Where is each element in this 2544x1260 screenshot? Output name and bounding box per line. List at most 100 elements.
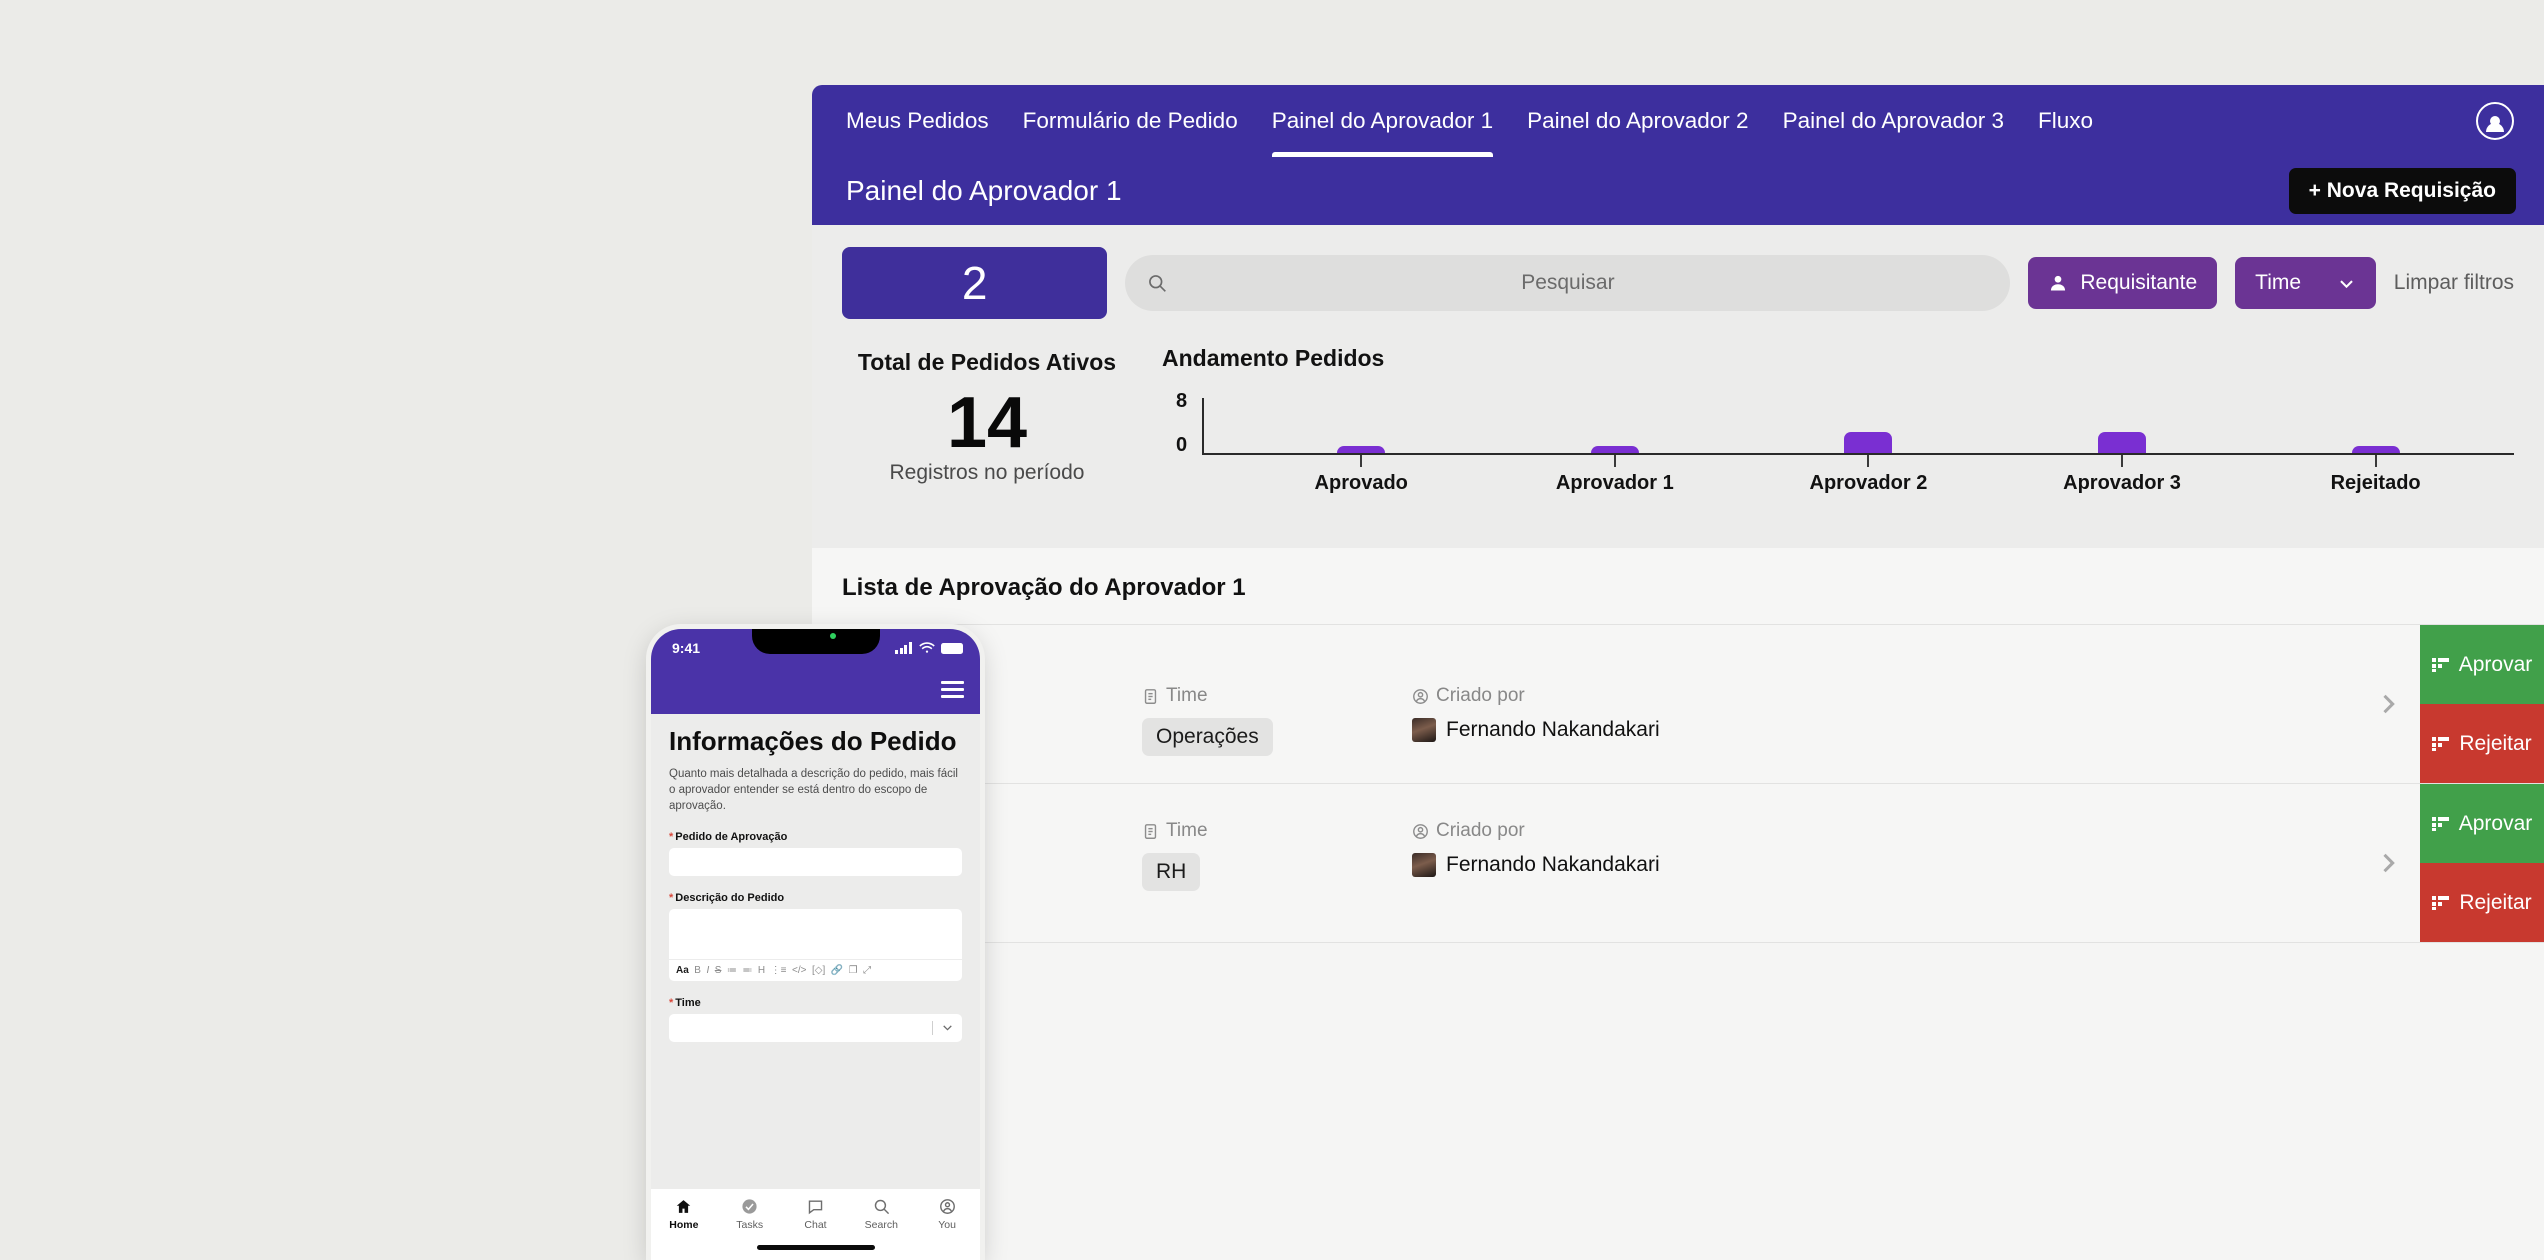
code-icon[interactable]: </>	[792, 965, 806, 976]
font-size-icon[interactable]: Aa	[676, 965, 689, 976]
row-expand-button[interactable]	[2356, 625, 2420, 783]
wifi-icon	[919, 642, 935, 653]
grid-icon	[2432, 736, 2450, 751]
numbered-list-icon[interactable]: ≕	[742, 965, 752, 976]
bulleted-list-icon[interactable]: ≔	[727, 965, 737, 976]
chart-bar	[2098, 432, 2147, 453]
nav-tab-formulario-de-pedido[interactable]: Formulário de Pedido	[1023, 85, 1238, 157]
x-axis-tick	[1867, 455, 1870, 467]
nav-tab-painel-do-aprovador-1[interactable]: Painel do Aprovador 1	[1271, 85, 1494, 157]
creator-value: Fernando Nakandakari	[1412, 853, 1660, 877]
chart-title: Andamento Pedidos	[1162, 345, 1385, 371]
tab-chat[interactable]: Chat	[783, 1198, 849, 1231]
nav-tab-painel-do-aprovador-3[interactable]: Painel do Aprovador 3	[1783, 85, 2004, 157]
field-creator: Criado por Fernando Nakandakari	[1412, 685, 1660, 742]
chevron-right-icon	[2383, 853, 2395, 873]
creator-name: Fernando Nakandakari	[1446, 718, 1660, 741]
reject-button[interactable]: Rejeitar	[2420, 704, 2544, 783]
tab-you-label: You	[938, 1219, 956, 1231]
table-row[interactable]: #10 Aprovação Aprovador 1 Time	[812, 625, 2544, 783]
row-actions: Aprovar Rejeitar	[2420, 784, 2544, 942]
menu-line	[941, 681, 964, 684]
row-expand-button[interactable]	[2356, 784, 2420, 942]
tab-you[interactable]: You	[914, 1198, 980, 1231]
document-icon	[1144, 823, 1157, 839]
grid-icon	[2431, 657, 2450, 672]
approve-button[interactable]: Aprovar	[2420, 784, 2544, 863]
tab-home[interactable]: Home	[651, 1198, 717, 1231]
x-axis-tick	[2121, 455, 2124, 467]
row-actions: Aprovar Rejeitar	[2420, 625, 2544, 783]
copy-icon[interactable]: ❐	[849, 965, 858, 976]
user-circle-icon	[1413, 823, 1428, 839]
pedido-de-aprovacao-input[interactable]	[669, 847, 962, 876]
italic-icon[interactable]: I	[706, 965, 709, 976]
approval-list-section: Lista de Aprovação do Aprovador 1 #10 Ap…	[812, 548, 2544, 943]
home-icon	[677, 1200, 691, 1213]
user-circle-icon[interactable]	[2476, 102, 2514, 140]
phone-tab-bar: Home Tasks Chat Search You	[651, 1189, 980, 1259]
indent-icon[interactable]: ⋮≡	[771, 965, 787, 976]
approve-button-label: Aprovar	[2458, 811, 2533, 835]
rich-text-toolbar: Aa B I S ≔ ≕ H ⋮≡ </> [◇] 🔗 ❐ ⤢	[669, 958, 962, 981]
expand-icon[interactable]: ⤢	[863, 965, 871, 976]
field-label-team: Time	[1142, 820, 1412, 842]
new-request-button[interactable]: + Nova Requisição	[2288, 168, 2516, 214]
heading-icon[interactable]: H	[758, 965, 765, 976]
label-text: Descrição do Pedido	[675, 891, 785, 904]
reject-button[interactable]: Rejeitar	[2420, 863, 2544, 942]
x-axis-line	[1202, 453, 2514, 455]
nav-tab-fluxo[interactable]: Fluxo	[2038, 85, 2093, 157]
hamburger-menu-icon[interactable]	[941, 681, 964, 698]
form-description: Quanto mais detalhada a descrição do ped…	[669, 767, 958, 813]
chart-bar	[1844, 432, 1893, 453]
team-filter-dropdown[interactable]: Time	[2235, 257, 2376, 309]
x-axis-label: Aprovador 1	[1555, 472, 1674, 494]
phone-app-bar	[651, 671, 980, 714]
search-placeholder: Pesquisar	[1521, 271, 1615, 294]
mobile-preview-phone: 9:41 Informações do Pedido Quanto mais d…	[651, 629, 980, 1260]
chat-bubble-icon	[808, 1200, 823, 1215]
x-axis-tick	[1360, 455, 1363, 467]
nav-tab-painel-do-aprovador-2[interactable]: Painel do Aprovador 2	[1527, 85, 1748, 157]
avatar-body	[2486, 123, 2504, 132]
battery-icon	[941, 642, 963, 654]
y-axis-tick-bottom: 0	[1176, 434, 1188, 456]
bold-icon[interactable]: B	[694, 965, 701, 976]
clear-filters-button[interactable]: Limpar filtros	[2394, 271, 2514, 295]
field-label-descricao-do-pedido: * Descrição do Pedido	[669, 892, 962, 904]
status-bar-icons	[895, 642, 963, 654]
approve-button-label: Aprovar	[2458, 652, 2533, 676]
y-axis-line	[1202, 398, 1204, 454]
tab-search[interactable]: Search	[848, 1198, 914, 1231]
user-circle-icon	[1413, 688, 1428, 704]
check-circle-icon	[742, 1199, 757, 1214]
nav-tab-meus-pedidos[interactable]: Meus Pedidos	[846, 85, 989, 157]
reject-button-label: Rejeitar	[2459, 731, 2532, 755]
requester-filter-button[interactable]: Requisitante	[2028, 257, 2218, 309]
link-icon[interactable]: 🔗	[831, 965, 843, 976]
field-creator: Criado por Fernando Nakandakari	[1412, 820, 1660, 877]
stats-and-chart-row: Total de Pedidos Ativos 14 Registros no …	[812, 319, 2544, 548]
phone-notch	[751, 629, 880, 654]
table-row[interactable]: Aprovação Aprovador 1 Time RH	[812, 784, 2544, 942]
chevron-down-icon	[943, 1025, 952, 1031]
search-input[interactable]: Pesquisar	[1125, 255, 2011, 311]
divider	[932, 1020, 933, 1035]
tab-chat-label: Chat	[804, 1219, 827, 1231]
progress-bar-chart: Andamento Pedidos 8 0 Aprovado Aprovador …	[1132, 345, 2514, 518]
recording-indicator-dot	[829, 633, 836, 639]
creator-name: Fernando Nakandakari	[1446, 853, 1660, 876]
tab-search-label: Search	[864, 1219, 898, 1231]
tab-tasks[interactable]: Tasks	[717, 1198, 783, 1231]
active-count-badge[interactable]: 2	[842, 247, 1108, 319]
strikethrough-icon[interactable]: S	[715, 965, 722, 976]
app-window: Meus Pedidos Formulário de Pedido Painel…	[812, 85, 2544, 1260]
page-title-bar: Painel do Aprovador 1 + Nova Requisição	[812, 157, 2544, 225]
home-indicator	[756, 1245, 875, 1250]
descricao-do-pedido-textarea[interactable]	[669, 909, 962, 959]
code-block-icon[interactable]: [◇]	[812, 965, 825, 976]
approve-button[interactable]: Aprovar	[2420, 625, 2544, 704]
time-select[interactable]	[669, 1013, 962, 1042]
creator-label-text: Criado por	[1436, 685, 1525, 706]
